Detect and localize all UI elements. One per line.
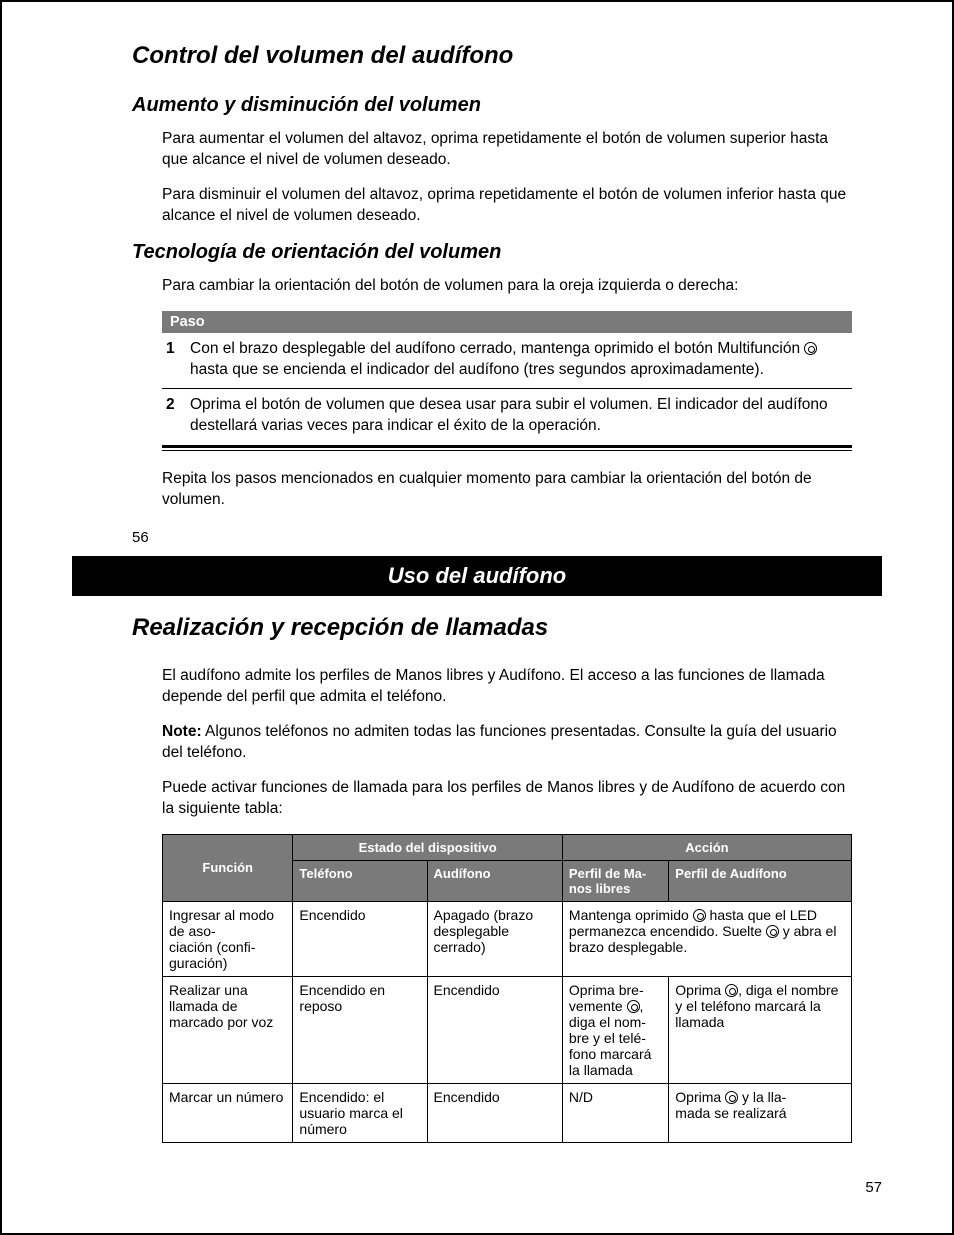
paragraph: El audífono admite los perfiles de Manos… [162, 666, 852, 708]
colgroup-estado: Estado del dispositivo [293, 834, 563, 860]
note-label: Note: [162, 723, 202, 740]
col-telefono: Teléfono [293, 860, 427, 901]
multifunction-icon [766, 925, 779, 938]
col-perfil-aud: Perfil de Audífono [669, 860, 852, 901]
steps-table: 1 Con el brazo desplegable del audífono … [162, 333, 852, 449]
cell-funcion: Marcar un número [163, 1083, 293, 1142]
cell-perfil-ml: Oprima bre- vemente , diga el nom- bre y… [562, 976, 668, 1083]
paragraph: Para disminuir el volumen del altavoz, o… [162, 185, 852, 227]
step-text: Oprima el botón de volumen que desea usa… [186, 389, 852, 447]
paragraph: Repita los pasos mencionados en cualquie… [162, 469, 852, 511]
multifunction-icon [804, 342, 817, 355]
step-row: 1 Con el brazo desplegable del audífono … [162, 333, 852, 389]
section-heading: Realización y recepción de llamadas [132, 614, 882, 642]
paragraph: Para aumentar el volumen del altavoz, op… [162, 129, 852, 171]
chapter-banner: Uso del audífono [72, 556, 882, 596]
section-heading: Control del volumen del audífono [132, 42, 882, 70]
multifunction-icon [725, 984, 738, 997]
step-row: 2 Oprima el botón de volumen que desea u… [162, 389, 852, 447]
cell-audifono: Encendido [427, 1083, 562, 1142]
page-number: 57 [2, 1179, 882, 1196]
paragraph: Para cambiar la orientación del botón de… [162, 276, 852, 297]
cell-telefono: Encendido [293, 901, 427, 976]
cell-audifono: Apagado (brazo desplegable cerrado) [427, 901, 562, 976]
cell-accion: Mantenga oprimido hasta que el LED perma… [562, 901, 851, 976]
steps-header: Paso [162, 311, 852, 333]
step-number: 2 [162, 389, 186, 447]
functions-table: Función Estado del dispositivo Acción Te… [162, 834, 852, 1143]
cell-perfil-aud: Oprima , diga el nombre y el teléfono ma… [669, 976, 852, 1083]
subsection-heading: Tecnología de orientación del volumen [132, 241, 882, 264]
page-57: Realización y recepción de llamadas El a… [2, 614, 952, 1173]
divider [162, 450, 852, 451]
cell-perfil-ml: N/D [562, 1083, 668, 1142]
cell-telefono: Encendido en reposo [293, 976, 427, 1083]
colgroup-accion: Acción [562, 834, 851, 860]
cell-funcion: Ingresar al modo de aso- ciación (confi-… [163, 901, 293, 976]
col-audifono: Audífono [427, 860, 562, 901]
cell-perfil-aud: Oprima y la lla- mada se realizará [669, 1083, 852, 1142]
subsection-heading: Aumento y disminución del volumen [132, 94, 882, 117]
table-row: Realizar una llamada de marcado por voz … [163, 976, 852, 1083]
col-perfil-ml: Perfil de Ma- nos libres [562, 860, 668, 901]
table-row: Marcar un número Encendido: el usuario m… [163, 1083, 852, 1142]
col-funcion: Función [163, 834, 293, 901]
page-56: Control del volumen del audífono Aumento… [2, 2, 952, 546]
paragraph: Puede activar funciones de llamada para … [162, 778, 852, 820]
cell-funcion: Realizar una llamada de marcado por voz [163, 976, 293, 1083]
note: Note: Algunos teléfonos no admiten todas… [162, 722, 852, 764]
multifunction-icon [725, 1091, 738, 1104]
table-row: Ingresar al modo de aso- ciación (confi-… [163, 901, 852, 976]
step-text: Con el brazo desplegable del audífono ce… [186, 333, 852, 389]
multifunction-icon [693, 909, 706, 922]
multifunction-icon [627, 1000, 640, 1013]
cell-telefono: Encendido: el usuario marca el número [293, 1083, 427, 1142]
page-number: 56 [132, 529, 882, 546]
step-number: 1 [162, 333, 186, 389]
cell-audifono: Encendido [427, 976, 562, 1083]
